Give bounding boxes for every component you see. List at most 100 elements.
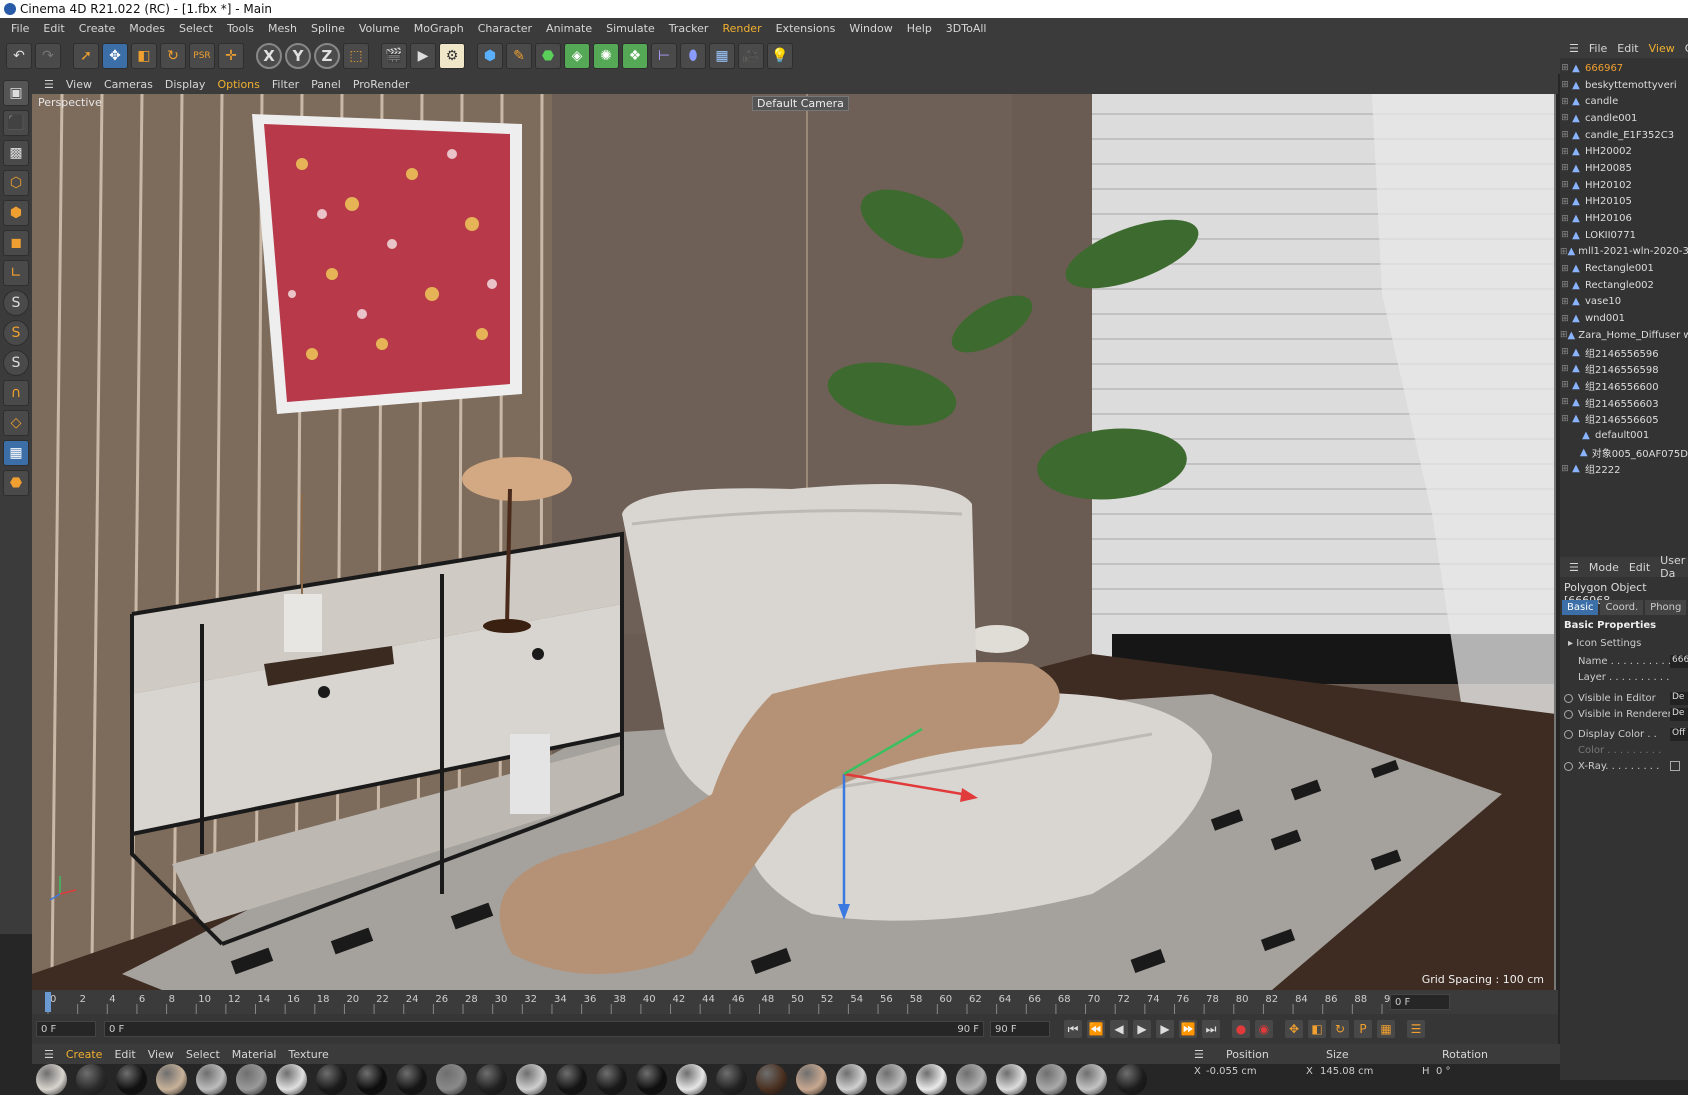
x-ray-checkbox[interactable]	[1670, 761, 1680, 771]
previous-key-icon[interactable]: ⏪	[1087, 1020, 1105, 1038]
attribute-menu-edit[interactable]: Edit	[1624, 561, 1655, 574]
expand-icon[interactable]: ⊞	[1560, 80, 1570, 90]
menu-3dtoall[interactable]: 3DToAll	[939, 22, 994, 35]
x-position-field[interactable]: -0.055 cm	[1206, 1066, 1257, 1077]
key-scale-icon[interactable]: ◧	[1308, 1020, 1326, 1038]
viewport-menu-prorender[interactable]: ProRender	[347, 78, 416, 91]
next-key-icon[interactable]: ⏩	[1179, 1020, 1197, 1038]
object-row[interactable]: ⊞ ▲ 组2146556605	[1560, 410, 1688, 427]
add-icon[interactable]: ✛	[218, 43, 244, 69]
object-row[interactable]: ⊞ ▲ 组2146556603	[1560, 394, 1688, 411]
grid-icon[interactable]: ▦	[3, 440, 29, 466]
render-view-icon[interactable]: 🎬	[381, 43, 407, 69]
tab-phong[interactable]: Phong	[1645, 600, 1687, 615]
menu-select[interactable]: Select	[172, 22, 220, 35]
expand-icon[interactable]: ⊞	[1560, 214, 1570, 224]
menu-file[interactable]: File	[4, 22, 36, 35]
attribute-value[interactable]: De	[1670, 707, 1688, 721]
object-row[interactable]: ⊞ ▲ candle_E1F352C3	[1560, 127, 1688, 144]
expand-icon[interactable]: ⊞	[1560, 364, 1570, 374]
subdivision-icon[interactable]: ⬣	[535, 43, 561, 69]
axis-y-button[interactable]: Y	[285, 43, 311, 69]
render-settings-icon[interactable]: ⚙	[439, 43, 465, 69]
expand-icon[interactable]: ⊞	[1560, 464, 1570, 474]
attribute-menu-mode[interactable]: Mode	[1584, 561, 1624, 574]
snap-workplane-icon[interactable]: S	[3, 350, 29, 376]
material-menu-edit[interactable]: Edit	[108, 1048, 141, 1061]
animation-radio-icon[interactable]	[1564, 729, 1573, 739]
menu-edit[interactable]: Edit	[36, 22, 71, 35]
menu-render[interactable]: Render	[715, 22, 768, 35]
camera-badge[interactable]: Default Camera	[752, 96, 849, 111]
animation-radio-icon[interactable]	[1564, 709, 1573, 719]
attribute-value[interactable]: Off	[1670, 727, 1688, 741]
extrude-icon[interactable]: ◈	[564, 43, 590, 69]
attribute-value[interactable]: De	[1670, 691, 1688, 705]
material-menu-material[interactable]: Material	[226, 1048, 283, 1061]
object-row[interactable]: ⊞ ▲ 组2146556598	[1560, 360, 1688, 377]
key-pla-icon[interactable]: ▦	[1377, 1020, 1395, 1038]
key-position-icon[interactable]: ✥	[1285, 1020, 1303, 1038]
tab-basic[interactable]: Basic	[1562, 600, 1599, 615]
object-row[interactable]: ⊞ ▲ mll1-2021-wln-2020-3	[1560, 244, 1688, 261]
material-menu-view[interactable]: View	[142, 1048, 180, 1061]
camera-icon[interactable]: 🎥	[738, 43, 764, 69]
object-menu-view[interactable]: View	[1644, 42, 1680, 55]
expand-icon[interactable]: ⊞	[1560, 280, 1570, 290]
expand-icon[interactable]: ⊞	[1560, 397, 1570, 407]
undo-icon[interactable]: ↶	[6, 43, 32, 69]
viewport-menu-filter[interactable]: Filter	[266, 78, 305, 91]
object-row[interactable]: ⊞ ▲ HH20085	[1560, 160, 1688, 177]
points-mode-icon[interactable]: ⬡	[3, 170, 29, 196]
playhead[interactable]	[45, 992, 51, 1012]
expand-icon[interactable]: ⊞	[1560, 314, 1570, 324]
x-size-field[interactable]: 145.08 cm	[1320, 1066, 1373, 1077]
coordinates-menu-icon[interactable]: ☰	[1194, 1048, 1204, 1061]
expand-icon[interactable]: ⊞	[1560, 414, 1570, 424]
snap-icon[interactable]: S	[3, 290, 29, 316]
render-icon[interactable]: ▶	[410, 43, 436, 69]
object-row[interactable]: ⊞ ▲ candle	[1560, 93, 1688, 110]
object-row[interactable]: ⊞ ▲ 666967	[1560, 60, 1688, 77]
timeline-ruler[interactable]: 0 2 4 6 8 10 12 14 16 18 20 22 24 26 28 30 32 34 36 38 40 42 4…	[32, 990, 1558, 1014]
scene-icon[interactable]: ▦	[709, 43, 735, 69]
object-row[interactable]: ⊞ ▲ vase10	[1560, 294, 1688, 311]
menu-spline[interactable]: Spline	[304, 22, 352, 35]
h-rotation-field[interactable]: 0 °	[1436, 1066, 1451, 1077]
viewport-menu-cameras[interactable]: Cameras	[98, 78, 159, 91]
menu-tracker[interactable]: Tracker	[662, 22, 716, 35]
axis-z-button[interactable]: Z	[314, 43, 340, 69]
expand-icon[interactable]: ⊞	[1560, 347, 1570, 357]
material-menu-select[interactable]: Select	[180, 1048, 226, 1061]
autokey-icon[interactable]: ◉	[1255, 1020, 1273, 1038]
next-frame-icon[interactable]: ▶	[1156, 1020, 1174, 1038]
current-frame-field[interactable]: 0 F	[1390, 994, 1450, 1010]
object-row[interactable]: ⊞ ▲ 组2146556596	[1560, 344, 1688, 361]
object-row[interactable]: ▲ 对象005_60AF075D	[1560, 444, 1688, 461]
object-row[interactable]: ⊞ ▲ HH20105	[1560, 194, 1688, 211]
icon-settings-group[interactable]: ▸ Icon Settings	[1568, 638, 1641, 649]
tab-coord[interactable]: Coord.	[1600, 600, 1644, 615]
magnet-icon[interactable]: ∩	[3, 380, 29, 406]
viewport-menu-view[interactable]: View	[60, 78, 98, 91]
expand-icon[interactable]: ⊞	[1560, 163, 1570, 173]
expand-icon[interactable]: ⊞	[1560, 197, 1570, 207]
viewport-menu-panel[interactable]: Panel	[305, 78, 347, 91]
object-row[interactable]: ▲ default001	[1560, 427, 1688, 444]
expand-icon[interactable]: ⊞	[1560, 297, 1570, 307]
viewport[interactable]: Perspective Default Camera Grid Spacing …	[32, 94, 1556, 990]
coord-system-icon[interactable]: ⬚	[343, 43, 369, 69]
attribute-value[interactable]: 666	[1670, 654, 1688, 668]
menu-volume[interactable]: Volume	[352, 22, 407, 35]
menu-animate[interactable]: Animate	[539, 22, 599, 35]
model-mode-icon[interactable]: ⬛	[3, 110, 29, 136]
menu-create[interactable]: Create	[72, 22, 123, 35]
material-menu-create[interactable]: Create	[60, 1048, 109, 1061]
key-parameter-icon[interactable]: P	[1354, 1020, 1372, 1038]
expand-icon[interactable]: ⊞	[1560, 63, 1570, 73]
menu-help[interactable]: Help	[900, 22, 939, 35]
psr-icon[interactable]: PSR	[189, 43, 215, 69]
axis-x-button[interactable]: X	[256, 43, 282, 69]
snap-settings-icon[interactable]: S	[3, 320, 29, 346]
object-row[interactable]: ⊞ ▲ Rectangle002	[1560, 277, 1688, 294]
